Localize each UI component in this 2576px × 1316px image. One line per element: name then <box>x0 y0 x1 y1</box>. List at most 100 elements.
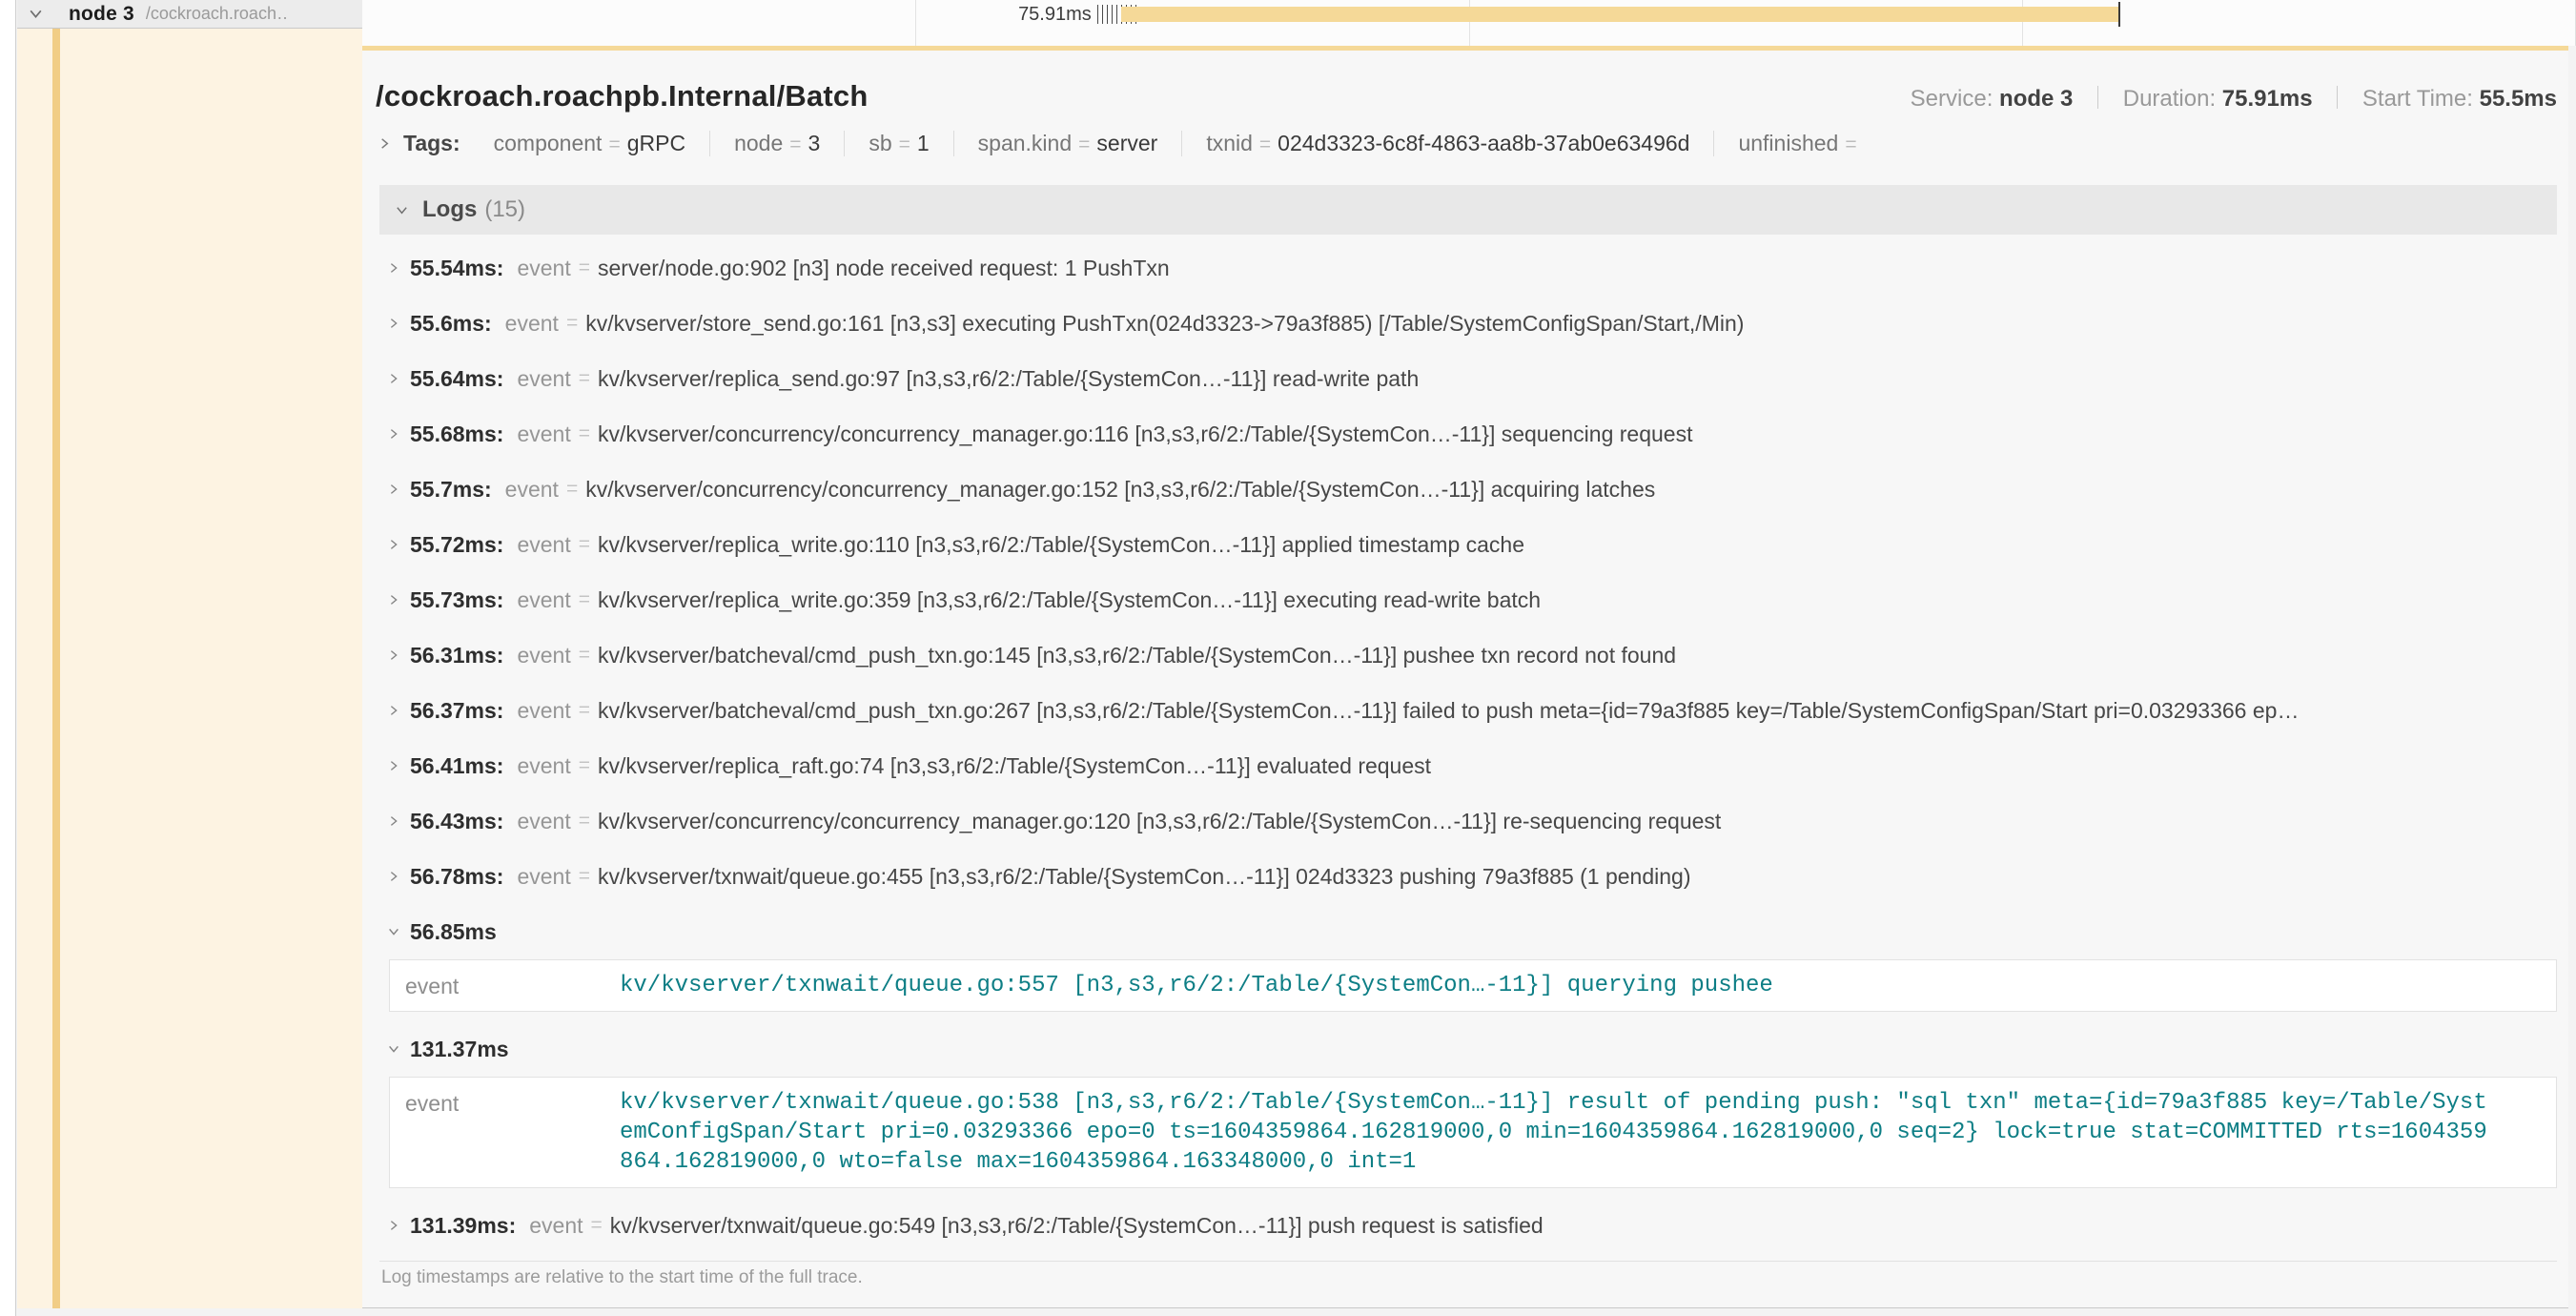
chevron-right-icon <box>387 1219 400 1232</box>
tag-key: sb <box>869 131 891 155</box>
log-field-value: kv/kvserver/replica_send.go:97 [n3,s3,r6… <box>598 366 1419 392</box>
tag-equals: = <box>789 134 801 155</box>
log-row[interactable]: 56.31ms:event=kv/kvserver/batcheval/cmd_… <box>379 627 2557 683</box>
log-row-expanded-header[interactable]: 56.85ms <box>379 904 2557 959</box>
chevron-right-icon <box>387 759 400 772</box>
log-row[interactable]: 55.7ms: event = kv/kvserver/concurrency/con… <box>379 462 2557 517</box>
log-equals: = <box>579 588 590 611</box>
log-timestamp: 55.7ms: <box>410 477 492 503</box>
log-field-value: kv/kvserver/batcheval/cmd_push_txn.go:26… <box>598 698 2299 724</box>
duration-label: Duration: <box>2123 86 2216 112</box>
log-row[interactable]: 55.6ms:event=kv/kvserver/store_send.go:1… <box>379 296 2557 351</box>
start-time-value: 55.5ms <box>2480 86 2557 112</box>
timeline-gridline <box>915 0 916 46</box>
log-timestamp: 55.68ms: <box>410 422 503 447</box>
span-detail-header: /cockroach.roachpb.Internal/Batch Servic… <box>362 51 2568 123</box>
log-field-value: kv/kvserver/txnwait/queue.go:538 [n3,s3,… <box>620 1088 2489 1177</box>
log-equals: = <box>579 754 590 777</box>
chevron-right-icon <box>387 593 400 607</box>
log-timestamp: 55.54ms: <box>410 256 503 281</box>
chevron-down-icon <box>28 6 44 22</box>
tag-item[interactable]: node=3 <box>709 131 844 156</box>
tag-list: component=gRPCnode=3sb=1span.kind=server… <box>470 131 1888 156</box>
tag-item[interactable]: span.kind=server <box>953 131 1182 156</box>
log-field-key: event <box>505 477 559 503</box>
chevron-right-icon <box>387 483 400 496</box>
log-equals: = <box>579 367 590 390</box>
log-field-key: event <box>517 422 570 447</box>
log-timestamp: 55.73ms: <box>410 587 503 613</box>
logs-title: Logs <box>422 196 477 223</box>
log-field-value: kv/kvserver/store_send.go:161 [n3,s3] ex… <box>585 311 1744 337</box>
log-field-key: event <box>517 366 570 392</box>
log-row[interactable]: 55.73ms:event=kv/kvserver/replica_write.… <box>379 572 2557 627</box>
log-equals: = <box>579 422 590 445</box>
log-field-value: kv/kvserver/concurrency/concurrency_mana… <box>585 477 1655 503</box>
log-field-value: kv/kvserver/concurrency/concurrency_mana… <box>598 422 1692 447</box>
span-detail-meta: Service: node 3 Duration: 75.91ms Start … <box>1911 86 2557 113</box>
log-field-value: kv/kvserver/batcheval/cmd_push_txn.go:14… <box>598 643 1676 668</box>
log-equals: = <box>579 810 590 833</box>
tag-equals: = <box>899 134 910 155</box>
log-entries: 55.54ms: event = server/node.go:902 [n3] no… <box>379 235 2557 1253</box>
chevron-right-icon <box>387 261 400 275</box>
chevron-down-icon <box>387 1042 400 1056</box>
tag-key: unfinished <box>1738 131 1838 155</box>
span-service-name: node 3 <box>69 3 134 26</box>
span-detail-panel: /cockroach.roachpb.Internal/Batch Servic… <box>362 46 2568 1308</box>
log-timestamp: 56.78ms: <box>410 864 503 890</box>
log-field-value: kv/kvserver/txnwait/queue.go:549 [n3,s3,… <box>610 1213 1544 1239</box>
log-row[interactable]: 55.64ms:event=kv/kvserver/replica_send.g… <box>379 351 2557 406</box>
span-duration-bar[interactable] <box>1121 7 2119 22</box>
meta-divider <box>2097 86 2098 109</box>
log-row[interactable]: 131.39ms:event=kv/kvserver/txnwait/queue… <box>379 1198 2557 1253</box>
tag-value: 1 <box>917 131 930 155</box>
log-row[interactable]: 55.54ms:event=server/node.go:902 [n3] no… <box>379 240 2557 296</box>
log-field-value: kv/kvserver/txnwait/queue.go:557 [n3,s3,… <box>620 971 2489 1000</box>
log-timestamp: 55.6ms: <box>410 311 492 337</box>
tag-key: txnid <box>1206 131 1253 155</box>
log-equals: = <box>579 533 590 556</box>
log-field-value: kv/kvserver/replica_raft.go:74 [n3,s3,r6… <box>598 753 1431 779</box>
span-timeline-row: node 3 /cockroach.roach… 75.91ms <box>17 0 2576 46</box>
logs-accordion-header[interactable]: Logs (15) <box>379 185 2557 235</box>
log-row[interactable]: 55.68ms: event = kv/kvserver/concurrency/co… <box>379 406 2557 462</box>
tag-item[interactable]: component=gRPC <box>470 131 709 156</box>
log-equals: = <box>579 699 590 722</box>
log-equals: = <box>579 865 590 888</box>
tag-value: 3 <box>808 131 821 155</box>
log-timestamp: 56.85ms <box>410 919 497 945</box>
span-name-cell[interactable]: node 3 /cockroach.roach… <box>17 0 362 29</box>
tags-accordion[interactable]: Tags: component=gRPCnode=3sb=1span.kind=… <box>362 123 2568 179</box>
log-detail-box: eventkv/kvserver/txnwait/queue.go:538 [n… <box>389 1077 2557 1188</box>
start-time-label: Start Time: <box>2362 86 2473 112</box>
log-equals: = <box>579 644 590 667</box>
tag-item[interactable]: sb = 1 <box>844 131 952 156</box>
logs-footer-note: Log timestamps are relative to the start… <box>379 1261 2557 1294</box>
log-equals: = <box>591 1214 603 1237</box>
log-row[interactable]: 56.41ms:event=kv/kvserver/replica_raft.g… <box>379 738 2557 793</box>
log-row[interactable]: 55.72ms:event=kv/kvserver/replica_write.… <box>379 517 2557 572</box>
log-field-value: kv/kvserver/replica_write.go:110 [n3,s3,… <box>598 532 1524 558</box>
log-field-key: event <box>529 1213 583 1239</box>
log-row[interactable]: 56.43ms:event=kv/kvserver/concurrency/co… <box>379 793 2557 849</box>
log-field-value: server/node.go:902 [n3] node received re… <box>598 256 1170 281</box>
log-field-value: kv/kvserver/txnwait/queue.go:455 [n3,s3,… <box>598 864 1691 890</box>
log-field-key: event <box>517 753 570 779</box>
log-equals: = <box>566 478 578 501</box>
log-row[interactable]: 56.78ms:event=kv/kvserver/txnwait/queue.… <box>379 849 2557 904</box>
log-field-key: event <box>517 587 570 613</box>
tag-item[interactable]: txnid=024d3323-6c8f-4863-aa8b-37ab0e6349… <box>1181 131 1713 156</box>
tag-key: span.kind <box>978 131 1072 155</box>
tag-item[interactable]: unfinished= <box>1713 131 1887 156</box>
chevron-down-icon <box>387 925 400 938</box>
duration-value: 75.91ms <box>2222 86 2313 112</box>
logs-count: (15) <box>484 196 525 223</box>
log-field-key: event <box>517 698 570 724</box>
log-row[interactable]: 56.37ms:event=kv/kvserver/batcheval/cmd_… <box>379 683 2557 738</box>
log-field-key: event <box>505 311 559 337</box>
log-row-expanded-header[interactable]: 131.37ms <box>379 1021 2557 1077</box>
tag-value: gRPC <box>627 131 685 155</box>
log-field-key: event <box>405 971 620 1000</box>
tag-equals: = <box>1259 134 1271 155</box>
